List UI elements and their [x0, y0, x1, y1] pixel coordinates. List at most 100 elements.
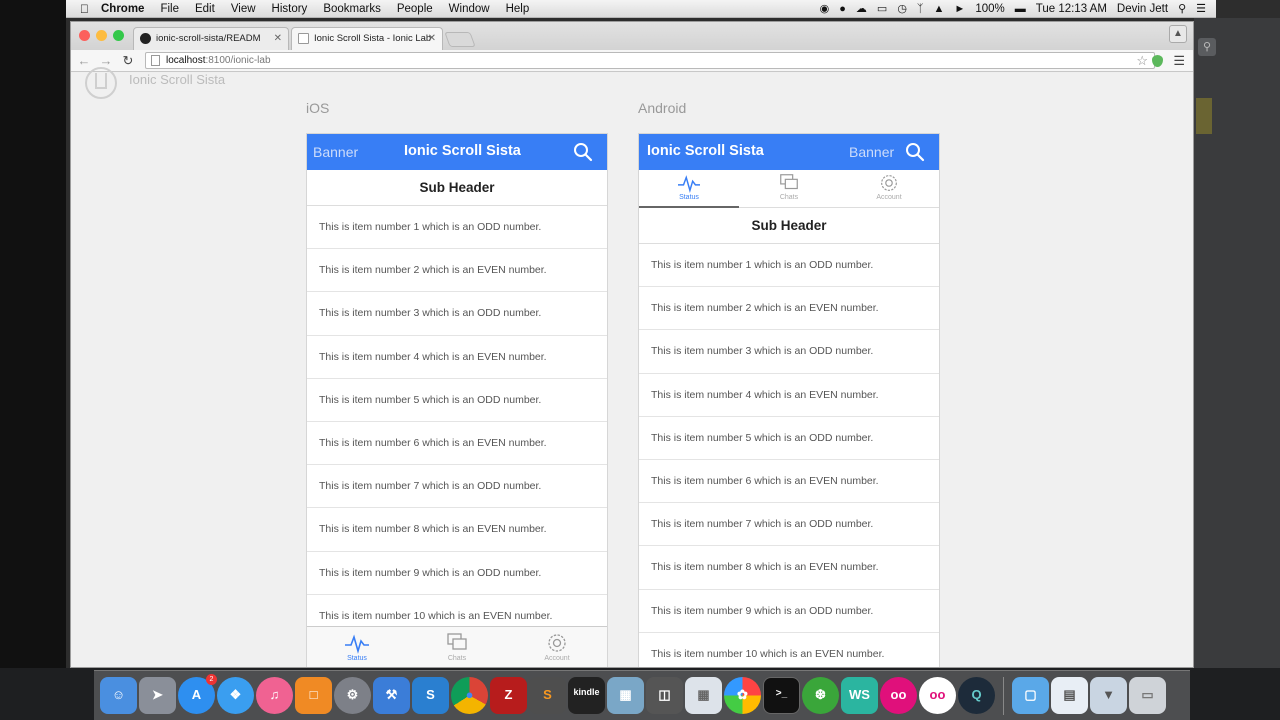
volume-icon[interactable]: ► — [954, 3, 965, 15]
bookmark-star-icon[interactable]: ☆ — [1136, 53, 1148, 68]
webstorm-icon[interactable]: WS — [841, 677, 878, 714]
folder-icon[interactable]: ▢ — [1012, 677, 1049, 714]
list-item[interactable]: This is item number 9 which is an ODD nu… — [307, 552, 607, 595]
list-item[interactable]: This is item number 2 which is an EVEN n… — [307, 249, 607, 293]
terminal-icon[interactable]: >_ — [763, 677, 800, 714]
downloads-icon[interactable]: ▼ — [1090, 677, 1127, 714]
airplay-icon[interactable]: ▭ — [877, 2, 887, 15]
android-tab-bar: Status Chats Account — [639, 170, 939, 208]
profile-icon[interactable]: ▲ — [1169, 25, 1187, 43]
system-preferences-icon[interactable]: ⚙ — [334, 677, 371, 714]
list-item[interactable]: This is item number 8 which is an EVEN n… — [307, 508, 607, 552]
close-tab-icon[interactable]: ✕ — [428, 28, 436, 50]
menu-people[interactable]: People — [397, 3, 433, 15]
menu-view[interactable]: View — [231, 3, 256, 15]
status-icon[interactable]: ◉ — [820, 2, 830, 15]
ios-banner-button[interactable]: Banner — [313, 144, 358, 160]
battery-percent[interactable]: 100% — [975, 3, 1004, 15]
preview-icon[interactable]: ▦ — [607, 677, 644, 714]
menu-file[interactable]: File — [160, 3, 179, 15]
photos-icon[interactable]: ▦ — [685, 677, 722, 714]
list-item[interactable]: This is item number 5 which is an ODD nu… — [639, 417, 939, 460]
xcode-icon[interactable]: ⚒ — [373, 677, 410, 714]
zoom-window-button[interactable] — [113, 30, 124, 41]
menu-clock[interactable]: Tue 12:13 AM — [1036, 3, 1107, 15]
minimize-window-button[interactable] — [96, 30, 107, 41]
quicktime-icon[interactable]: Q — [958, 677, 995, 714]
battery-icon[interactable]: ▬ — [1015, 3, 1026, 15]
new-tab-button[interactable] — [444, 32, 476, 47]
list-item[interactable]: This is item number 5 which is an ODD nu… — [307, 379, 607, 422]
kindle-label: kindle — [573, 687, 600, 697]
chrome-icon[interactable]: ● — [451, 677, 488, 714]
calculator-icon[interactable]: ✿ — [724, 677, 761, 714]
list-item[interactable]: This is item number 4 which is an EVEN n… — [307, 336, 607, 379]
back-icon[interactable]: ← — [73, 53, 95, 68]
finder-icon[interactable]: ☺ — [100, 677, 137, 714]
list-item[interactable]: This is item number 1 which is an ODD nu… — [307, 206, 607, 250]
itunes-icon[interactable]: ♫ — [256, 677, 293, 714]
tab-status[interactable]: Status — [639, 170, 739, 207]
list-item[interactable]: This is item number 3 which is an ODD nu… — [307, 292, 607, 336]
menu-window[interactable]: Window — [449, 3, 490, 15]
sublime-text-icon[interactable]: S — [529, 677, 566, 714]
tab-status[interactable]: Status — [307, 627, 407, 667]
list-item[interactable]: This is item number 7 which is an ODD nu… — [639, 503, 939, 547]
list-item[interactable]: This is item number 1 which is an ODD nu… — [639, 244, 939, 288]
page-info-icon[interactable] — [151, 55, 160, 66]
wifi-icon[interactable]: ▲ — [934, 3, 945, 15]
list-item[interactable]: This is item number 8 which is an EVEN n… — [639, 546, 939, 590]
notification-center-icon[interactable]: ☰ — [1196, 2, 1206, 15]
menu-bookmarks[interactable]: Bookmarks — [323, 3, 381, 15]
launchpad-icon[interactable]: ➤ — [139, 677, 176, 714]
kindle-icon[interactable]: kindle — [568, 677, 605, 714]
scrivener-icon[interactable]: S — [412, 677, 449, 714]
camtasia-icon[interactable]: ❆ — [802, 677, 839, 714]
documents-icon[interactable]: ▤ — [1051, 677, 1088, 714]
list-item[interactable]: This is item number 4 which is an EVEN n… — [639, 374, 939, 417]
menu-chrome[interactable]: Chrome — [101, 3, 144, 15]
search-icon[interactable] — [905, 142, 925, 162]
list-item[interactable]: This is item number 9 which is an ODD nu… — [639, 590, 939, 633]
close-window-button[interactable] — [79, 30, 90, 41]
list-item[interactable]: This is item number 2 which is an EVEN n… — [639, 287, 939, 331]
list-item[interactable]: This is item number 6 which is an EVEN n… — [639, 460, 939, 504]
bluetooth-icon[interactable]: ᛉ — [917, 3, 924, 15]
list-item[interactable]: This is item number 10 which is an EVEN … — [639, 633, 939, 667]
safari-icon[interactable]: ❖ — [217, 677, 254, 714]
evernote-icon[interactable]: ● — [839, 3, 846, 15]
tab-account[interactable]: Account — [839, 170, 939, 207]
address-bar[interactable]: localhost:8100/ionic-lab ☆ — [145, 52, 1155, 69]
forward-icon[interactable]: → — [95, 53, 117, 68]
directory-utility-icon[interactable]: ◫ — [646, 677, 683, 714]
gear-icon — [881, 175, 897, 191]
list-item[interactable]: This is item number 7 which is an ODD nu… — [307, 465, 607, 509]
flickr-uploader-icon[interactable]: oo — [919, 677, 956, 714]
close-tab-icon[interactable]: ✕ — [274, 28, 282, 50]
tab-readme[interactable]: ionic-scroll-sista/READM ✕ — [133, 27, 289, 50]
list-item[interactable]: This is item number 6 which is an EVEN n… — [307, 422, 607, 466]
flickr-icon[interactable]: oo — [880, 677, 917, 714]
list-item[interactable]: This is item number 3 which is an ODD nu… — [639, 330, 939, 374]
android-banner-button[interactable]: Banner — [849, 144, 894, 160]
tab-chats[interactable]: Chats — [407, 627, 507, 667]
tab-ionic-lab[interactable]: Ionic Scroll Sista - Ionic Lab ✕ — [291, 27, 443, 50]
menu-help[interactable]: Help — [506, 3, 530, 15]
apple-icon[interactable]:  — [80, 2, 89, 16]
cloud-icon[interactable]: ☁ — [856, 2, 867, 15]
app-store-icon[interactable]: A2 — [178, 674, 217, 714]
timemachine-icon[interactable]: ◷ — [897, 2, 907, 15]
extension-icon[interactable] — [1152, 55, 1163, 67]
menu-edit[interactable]: Edit — [195, 3, 215, 15]
ibooks-icon[interactable]: □ — [295, 677, 332, 714]
trash-icon[interactable]: ▭ — [1129, 677, 1166, 714]
filezilla-icon[interactable]: Z — [490, 677, 527, 714]
menu-user[interactable]: Devin Jett — [1117, 3, 1168, 15]
tab-chats[interactable]: Chats — [739, 170, 839, 207]
spotlight-icon[interactable]: ⚲ — [1178, 2, 1186, 15]
reload-icon[interactable]: ↻ — [117, 53, 139, 69]
chrome-menu-icon[interactable]: ☰ — [1173, 53, 1185, 69]
tab-account[interactable]: Account — [507, 627, 607, 667]
search-icon[interactable] — [573, 142, 593, 162]
menu-history[interactable]: History — [272, 3, 308, 15]
